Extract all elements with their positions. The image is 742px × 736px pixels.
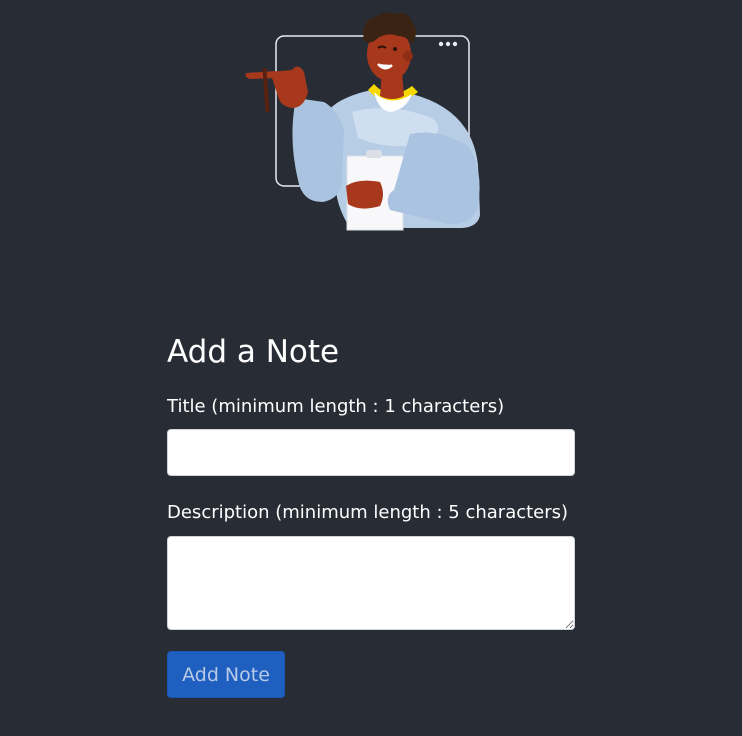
title-input[interactable] xyxy=(167,429,575,476)
page-title: Add a Note xyxy=(167,334,340,370)
window-dot-icon xyxy=(445,41,451,47)
raised-arm xyxy=(292,98,344,202)
description-textarea[interactable] xyxy=(167,536,575,630)
hair-curl xyxy=(366,22,378,34)
title-label: Title (minimum length : 1 characters) xyxy=(167,396,505,417)
eye-dot xyxy=(393,47,397,51)
page: Add a Note Title (minimum length : 1 cha… xyxy=(0,0,742,736)
ear xyxy=(403,51,413,61)
clipboard-clip-icon xyxy=(366,150,382,158)
person-presenting-illustration xyxy=(245,12,480,231)
window-dot-icon xyxy=(452,41,458,47)
holding-hand xyxy=(346,180,383,209)
window-dot-icon xyxy=(438,41,444,47)
description-label: Description (minimum length : 5 characte… xyxy=(167,502,569,523)
add-note-form: Add a Note Title (minimum length : 1 cha… xyxy=(167,330,575,698)
pointing-finger xyxy=(245,71,276,79)
hair-curl xyxy=(402,26,414,38)
add-note-button[interactable]: Add Note xyxy=(167,651,285,698)
